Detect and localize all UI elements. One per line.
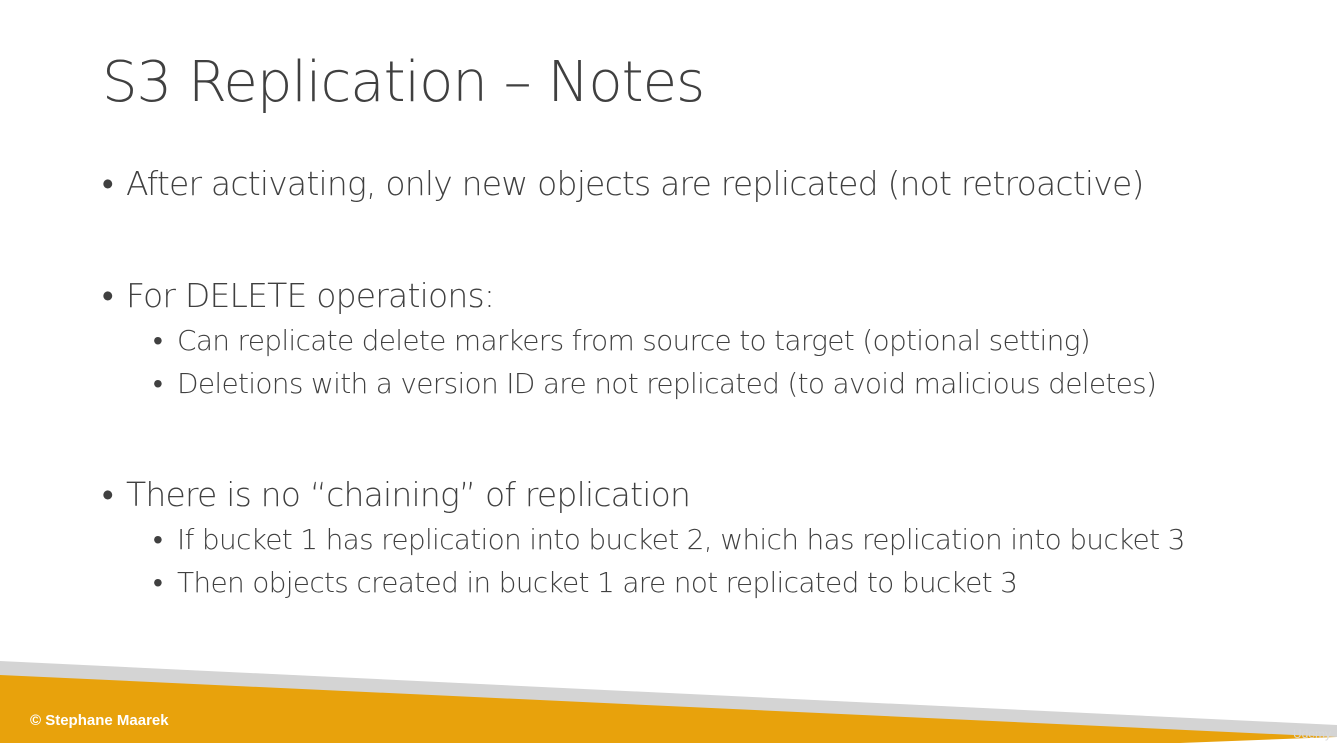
bullet-dot-icon: •: [102, 475, 114, 514]
bullet-text: There is no “chaining” of replication: [126, 475, 691, 514]
sub-bullet-text: Can replicate delete markers from source…: [177, 324, 1091, 357]
copyright-text: © Stephane Maarek: [30, 712, 169, 729]
sub-bullet-text: Deletions with a version ID are not repl…: [177, 367, 1157, 400]
sub-bullet-text: Then objects created in bucket 1 are not…: [177, 566, 1018, 599]
slide-title: S3 Replication – Notes: [102, 50, 705, 115]
bullet-text: After activating, only new objects are r…: [126, 164, 1144, 203]
sub-bullet-item: • If bucket 1 has replication into bucket…: [153, 523, 1185, 557]
sub-bullet-item: • Can replicate delete markers from sourc…: [153, 324, 1091, 358]
bullet-dot-icon: •: [153, 367, 163, 400]
udemy-watermark: Udemy: [1292, 727, 1331, 741]
footer-band: [0, 661, 1337, 743]
bullet-dot-icon: •: [153, 523, 163, 556]
bullet-item: • After activating, only new objects are …: [102, 164, 1144, 204]
sub-bullet-item: • Deletions with a version ID are not rep…: [153, 367, 1157, 401]
bullet-dot-icon: •: [153, 566, 163, 599]
bullet-text: For DELETE operations:: [126, 276, 495, 315]
slide: S3 Replication – Notes • After activating…: [0, 0, 1337, 743]
bullet-dot-icon: •: [153, 324, 163, 357]
sub-bullet-item: • Then objects created in bucket 1 are no…: [153, 566, 1018, 600]
bullet-item: • For DELETE operations:: [102, 276, 495, 316]
bullet-dot-icon: •: [102, 276, 114, 315]
bullet-dot-icon: •: [102, 164, 114, 203]
sub-bullet-text: If bucket 1 has replication into bucket …: [177, 523, 1185, 556]
footer-orange-band: [0, 675, 1337, 743]
bullet-item: • There is no “chaining” of replication: [102, 475, 691, 515]
